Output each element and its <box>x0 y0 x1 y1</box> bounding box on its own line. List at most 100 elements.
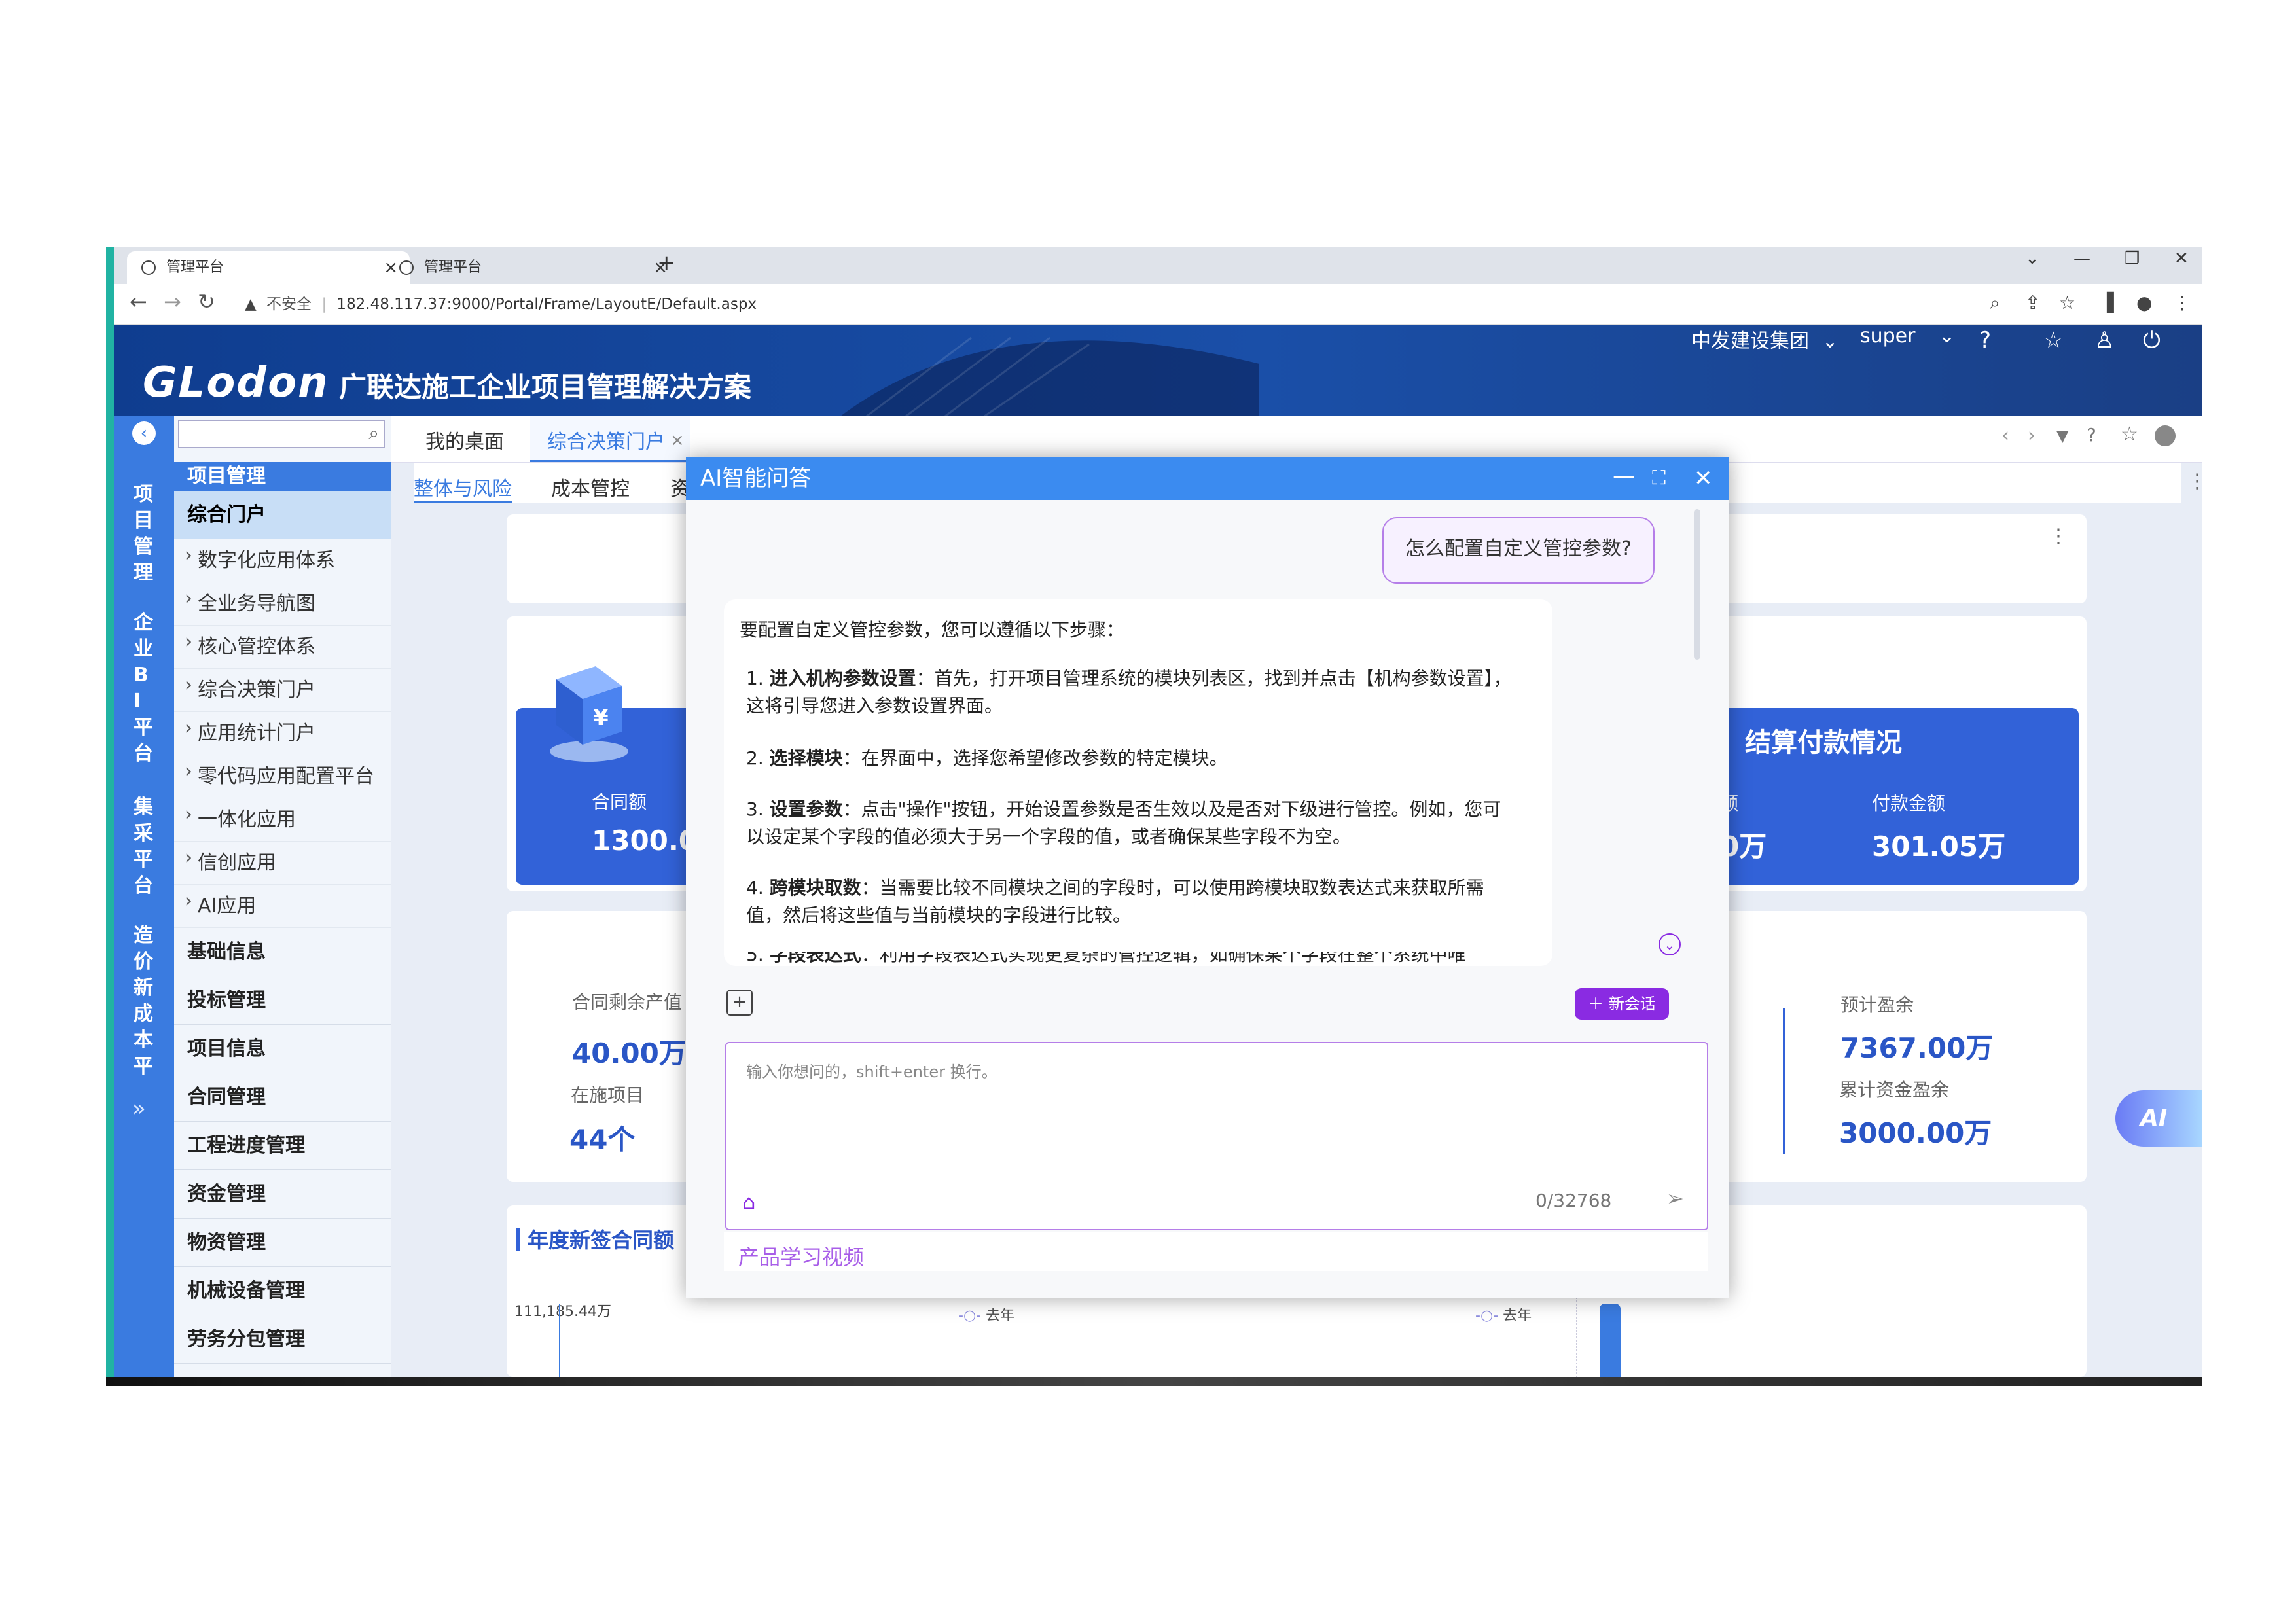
share-icon[interactable]: ⇪ <box>2025 292 2040 313</box>
new-tab-button[interactable]: + <box>657 250 676 276</box>
help-icon[interactable]: ? <box>2087 424 2096 446</box>
star-icon[interactable]: ☆ <box>2043 327 2063 353</box>
subtab-overall-risk[interactable]: 整体与风险 <box>414 473 512 503</box>
more-icon[interactable]: ⋮ <box>2187 470 2202 493</box>
bookmark-star-icon[interactable]: ☆ <box>2059 292 2075 313</box>
contract-label: 合同额 <box>592 791 647 813</box>
sidebar-item[interactable]: 投标管理 <box>174 976 391 1025</box>
dialog-header: AI智能问答 — ⛶ ✕ <box>686 457 1729 500</box>
sidebar-item-portal[interactable]: 综合门户 <box>174 491 391 539</box>
sidebar-item[interactable]: 物资管理 <box>174 1219 391 1267</box>
product-video-link[interactable]: 产品学习视频 <box>738 1241 864 1271</box>
scroll-right-icon[interactable]: › <box>2028 424 2036 447</box>
step-title: 设置参数 <box>769 798 843 820</box>
restore-icon[interactable]: ❐ <box>2125 249 2140 268</box>
step-title: 进入机构参数设置 <box>769 668 916 689</box>
more-icon[interactable]: ⋮ <box>2049 525 2068 548</box>
power-icon[interactable]: ⏻ <box>2143 327 2161 353</box>
strip-item-procurement[interactable]: 集采平台 <box>134 794 156 899</box>
remaining-value: 40.00万 <box>572 1037 687 1069</box>
sidebar-item[interactable]: 合同管理 <box>174 1073 391 1122</box>
forward-icon[interactable]: → <box>164 289 181 314</box>
answer-step: 3. 设置参数：点击"操作"按钮，开始设置参数是否生效以及是否对下级进行管控。例… <box>746 796 1518 851</box>
scroll-left-icon[interactable]: ‹ <box>2001 424 2009 447</box>
step-number: 5. <box>746 952 764 965</box>
scroll-down-icon[interactable]: ⌄ <box>1659 933 1681 955</box>
sidebar-subitem[interactable]: AI应用 <box>174 880 391 928</box>
sidebar-subitem[interactable]: 全业务导航图 <box>174 577 391 626</box>
close-all-icon[interactable] <box>2155 425 2176 446</box>
tab-search-icon[interactable]: ⌄ <box>2025 249 2039 268</box>
close-icon[interactable]: ✕ <box>1694 457 1713 500</box>
sidebar-item[interactable]: 劳务分包管理 <box>174 1315 391 1364</box>
minimize-icon[interactable]: — <box>2073 249 2090 268</box>
close-tab-icon[interactable]: × <box>670 431 685 450</box>
reload-icon[interactable]: ↻ <box>198 289 215 314</box>
header-building-decoration <box>840 336 1259 416</box>
app-header: GLodon 广联达施工企业项目管理解决方案 中发建设集团 ⌄ super ⌄ … <box>114 325 2202 416</box>
send-icon[interactable]: ➢ <box>1666 1186 1684 1211</box>
sidebar-subitem[interactable]: 核心管控体系 <box>174 620 391 669</box>
tab-my-desktop[interactable]: 我的桌面 <box>425 425 504 454</box>
new-session-button[interactable]: ＋ 新会话 <box>1575 988 1669 1020</box>
subtab-cost-control[interactable]: 成本管控 <box>551 473 630 501</box>
answer-step: 1. 进入机构参数设置：首先，打开项目管理系统的模块列表区，找到并点击【机构参数… <box>746 665 1518 720</box>
browser-tab-active[interactable]: 管理平台 × <box>127 251 410 284</box>
strip-item-cost[interactable]: 造价新成本平 <box>134 923 156 1085</box>
section-header: 项目管理 <box>174 462 391 491</box>
browser-tabbar: 管理平台 × 管理平台 × + ⌄ — ❐ ✕ <box>114 247 2202 284</box>
profit-label: 预计盈余 <box>1840 994 1914 1016</box>
sidebar-subitem[interactable]: 应用统计门户 <box>174 707 391 755</box>
security-label: 不安全 <box>266 296 312 313</box>
collapse-icon[interactable]: ‹ <box>132 421 156 445</box>
fullscreen-icon[interactable]: ⛶ <box>1652 457 1666 500</box>
sidebar-subitem[interactable]: 综合决策门户 <box>174 664 391 712</box>
clear-broom-icon[interactable]: ⌂ <box>742 1190 755 1215</box>
menu-kebab-icon[interactable]: ⋮ <box>2173 292 2191 313</box>
search-icon[interactable]: ⌕ <box>368 422 379 444</box>
strip-item-project[interactable]: 项目管理 <box>134 482 156 586</box>
org-selector[interactable]: 中发建设集团 ⌄ <box>1691 325 1839 353</box>
chart-grid <box>1576 1291 2035 1377</box>
sidebar: ⌕ 项目管理 综合门户 数字化应用体系 全业务导航图 核心管控体系 综合决策门户… <box>174 416 391 1377</box>
sidebar-item[interactable]: 机械设备管理 <box>174 1267 391 1315</box>
sidebar-item[interactable]: 资金管理 <box>174 1170 391 1219</box>
profile-icon[interactable]: ● <box>2136 292 2152 313</box>
close-window-icon[interactable]: ✕ <box>2174 249 2189 268</box>
step-number: 1. <box>746 668 764 689</box>
back-icon[interactable]: ← <box>130 289 147 314</box>
strip-item-bi[interactable]: 企业BI平台 <box>134 610 156 767</box>
minimize-icon[interactable]: — <box>1613 457 1635 497</box>
browser-tab[interactable]: 管理平台 × <box>385 251 679 284</box>
zoom-icon[interactable]: ⌕ <box>1990 292 2000 314</box>
svg-text:¥: ¥ <box>593 705 609 731</box>
question-input[interactable]: 输入你想问的，shift+enter 换行。 ⌂ 0/32768 ➢ <box>725 1042 1708 1230</box>
taskbar-edge <box>106 1377 2202 1386</box>
upload-file-icon[interactable]: + <box>726 990 753 1016</box>
dropdown-icon[interactable]: ▼ <box>2056 427 2068 445</box>
ai-assistant-badge[interactable]: AI <box>2115 1090 2202 1147</box>
ai-dialog: AI智能问答 — ⛶ ✕ 怎么配置自定义管控参数? 要配置自定义管控参数，您可以… <box>686 457 1729 1298</box>
sidebar-subitem[interactable]: 数字化应用体系 <box>174 534 391 582</box>
chat-scrollbar[interactable] <box>1694 509 1700 660</box>
tab-decision-portal[interactable]: 综合决策门户 <box>547 425 665 454</box>
sidebar-subitem[interactable]: 一体化应用 <box>174 793 391 842</box>
favorite-icon[interactable]: ☆ <box>2121 423 2138 446</box>
cash-label: 累计资金盈余 <box>1839 1079 1950 1101</box>
menu-search-input[interactable]: ⌕ <box>178 420 385 448</box>
help-icon[interactable]: ? <box>1979 327 1991 353</box>
sidebar-item[interactable]: 项目信息 <box>174 1025 391 1073</box>
divider <box>1783 1008 1785 1154</box>
sidebar-subitem[interactable]: 零代码应用配置平台 <box>174 750 391 798</box>
url-field[interactable]: ▲ 不安全 | 182.48.117.37:9000/Portal/Frame/… <box>245 291 757 318</box>
sidepanel-icon[interactable]: ▐ <box>2100 292 2114 313</box>
sidebar-item[interactable]: 工程进度管理 <box>174 1122 391 1170</box>
step-title: 字段表达式 <box>769 952 861 965</box>
shirt-icon[interactable]: ♙ <box>2094 327 2114 353</box>
sidebar-subitem[interactable]: 信创应用 <box>174 836 391 885</box>
expand-icon[interactable]: » <box>132 1096 146 1122</box>
answer-step: 4. 跨模块取数：当需要比较不同模块之间的字段时，可以使用跨模块取数表达式来获取… <box>746 874 1518 929</box>
new-session-label: 新会话 <box>1608 995 1656 1013</box>
user-selector[interactable]: super ⌄ <box>1860 325 1955 348</box>
sidebar-item[interactable]: 基础信息 <box>174 928 391 976</box>
